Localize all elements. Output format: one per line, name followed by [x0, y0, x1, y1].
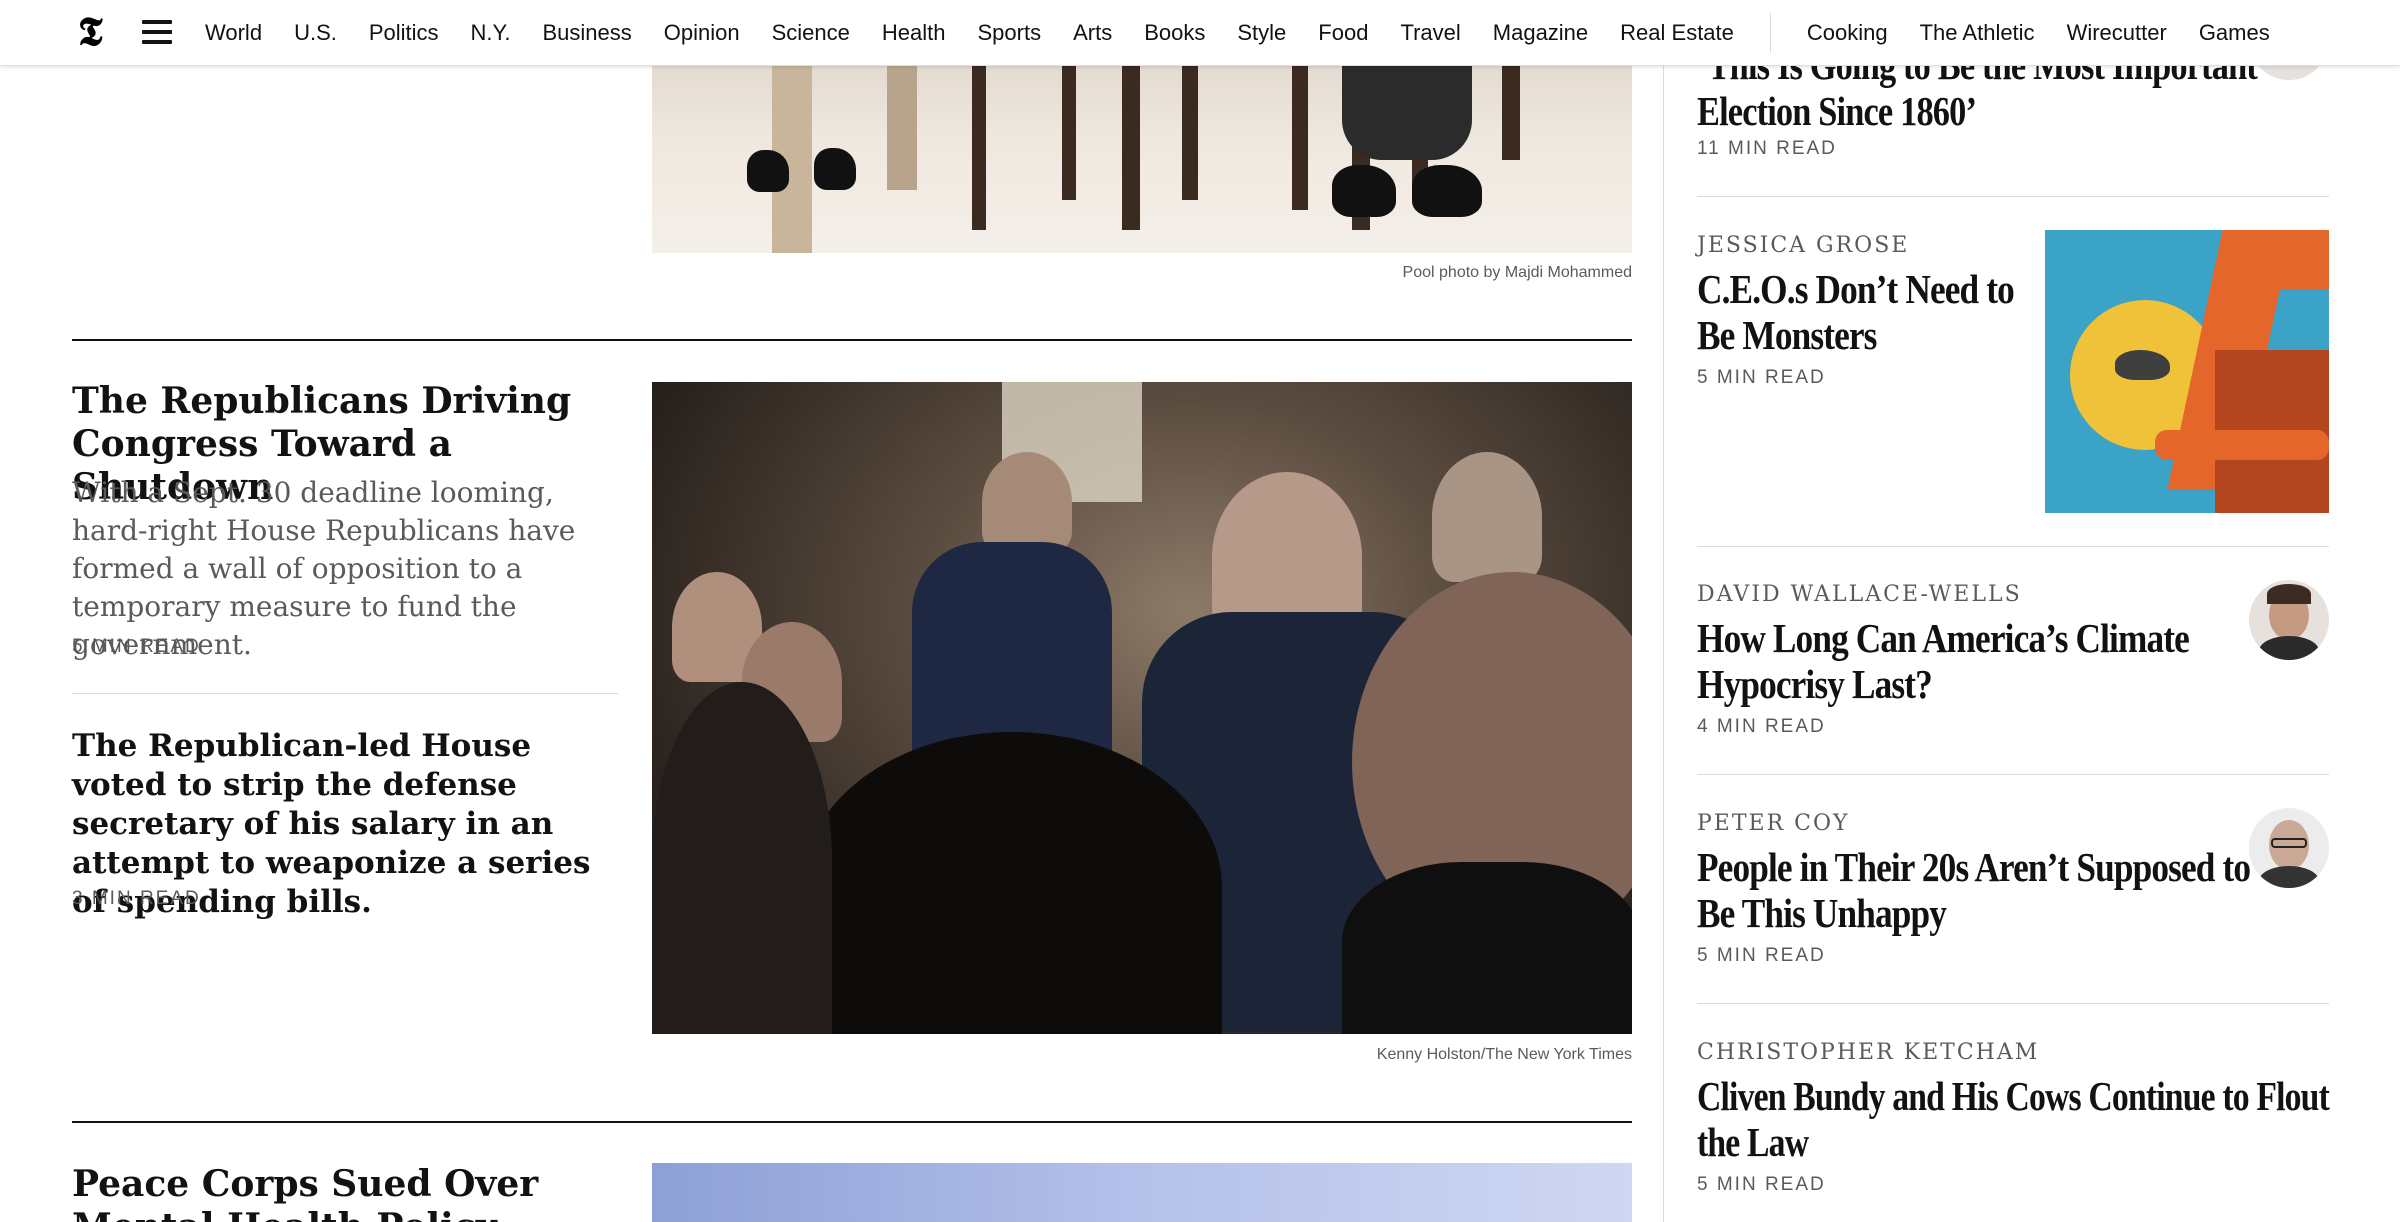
nav-arts[interactable]: Arts — [1073, 20, 1112, 46]
nav-style[interactable]: Style — [1237, 20, 1286, 46]
item-divider — [1697, 1003, 2329, 1004]
story-photo[interactable] — [652, 1163, 1632, 1222]
nav-the-athletic[interactable]: The Athletic — [1920, 20, 2035, 46]
opinion-headline[interactable]: People in Their 20s Aren’t Supposed to B… — [1697, 844, 2277, 936]
read-time: 5 MIN READ — [72, 636, 201, 657]
section-rule — [72, 339, 1632, 341]
nav-books[interactable]: Books — [1144, 20, 1205, 46]
headline-line: Hypocrisy Last? — [1697, 661, 1933, 707]
nav-cooking[interactable]: Cooking — [1807, 20, 1888, 46]
opinion-column: ‘This Is Going to Be the Most Important … — [1697, 0, 2330, 1222]
section-rule — [72, 1121, 1632, 1123]
menu-icon[interactable] — [142, 20, 172, 44]
nav-ny[interactable]: N.Y. — [471, 20, 511, 46]
nav-food[interactable]: Food — [1318, 20, 1368, 46]
headline-line: Be This Unhappy — [1697, 890, 1947, 936]
headline-line: Election Since 1860’ — [1697, 88, 1977, 134]
nav-games[interactable]: Games — [2199, 20, 2270, 46]
nav-sports[interactable]: Sports — [978, 20, 1042, 46]
opinion-headline[interactable]: Cliven Bundy and His Cows Continue to Fl… — [1697, 1073, 2330, 1165]
section-nav: World U.S. Politics N.Y. Business Opinio… — [205, 0, 2270, 66]
photo-credit: Pool photo by Majdi Mohammed — [1402, 264, 1632, 281]
opinion-headline[interactable]: C.E.O.s Don’t Need to Be Monsters — [1697, 266, 2027, 358]
headline-line: How Long Can America’s Climate — [1697, 615, 2190, 661]
nav-wirecutter[interactable]: Wirecutter — [2067, 20, 2167, 46]
top-navigation: 𝕿 World U.S. Politics N.Y. Business Opin… — [0, 0, 2400, 66]
story-headline[interactable]: Peace Corps Sued Over Mental Health Poli… — [72, 1163, 632, 1222]
nav-divider — [1769, 13, 1771, 53]
read-time: 5 MIN READ — [1697, 1174, 1826, 1195]
story-divider — [72, 693, 618, 694]
nav-business[interactable]: Business — [543, 20, 632, 46]
read-time: 4 MIN READ — [1697, 716, 1826, 737]
item-divider — [1697, 546, 2329, 547]
opinion-illustration[interactable] — [2045, 230, 2329, 513]
nyt-logo[interactable]: 𝕿 — [78, 12, 108, 52]
opinion-headline[interactable]: How Long Can America’s Climate Hypocrisy… — [1697, 615, 2257, 707]
opinion-author[interactable]: CHRISTOPHER KETCHAM — [1697, 1040, 2039, 1065]
read-time: 5 MIN READ — [1697, 945, 1826, 966]
nav-us[interactable]: U.S. — [294, 20, 337, 46]
headline-line: People in Their 20s Aren’t Supposed to — [1697, 844, 2251, 890]
author-avatar[interactable] — [2249, 580, 2329, 660]
nav-magazine[interactable]: Magazine — [1493, 20, 1588, 46]
read-time: 3 MIN READ — [72, 888, 201, 909]
headline-line: Be Monsters — [1697, 312, 1877, 358]
item-divider — [1697, 196, 2329, 197]
headline-line: C.E.O.s Don’t Need to — [1697, 266, 2015, 312]
opinion-author[interactable]: DAVID WALLACE-WELLS — [1697, 582, 2022, 607]
author-avatar[interactable] — [2249, 808, 2329, 888]
nav-health[interactable]: Health — [882, 20, 946, 46]
opinion-author[interactable]: JESSICA GROSE — [1697, 233, 1909, 258]
nav-world[interactable]: World — [205, 20, 262, 46]
headline-line: the Law — [1697, 1119, 1809, 1165]
main-story-photo[interactable] — [652, 382, 1632, 1034]
nav-travel[interactable]: Travel — [1400, 20, 1460, 46]
column-divider — [1663, 0, 1664, 1222]
read-time: 5 MIN READ — [1697, 367, 1826, 388]
nav-real-estate[interactable]: Real Estate — [1620, 20, 1734, 46]
read-time: 11 MIN READ — [1697, 138, 1837, 159]
item-divider — [1697, 774, 2329, 775]
opinion-author[interactable]: PETER COY — [1697, 811, 1850, 836]
photo-credit: Kenny Holston/The New York Times — [1376, 1046, 1632, 1063]
nav-opinion[interactable]: Opinion — [664, 20, 740, 46]
nav-politics[interactable]: Politics — [369, 20, 439, 46]
main-news-column: Pool photo by Majdi Mohammed The Republi… — [72, 0, 1632, 1222]
nav-science[interactable]: Science — [772, 20, 850, 46]
headline-line: Cliven Bundy and His Cows Continue to Fl… — [1697, 1073, 2330, 1119]
